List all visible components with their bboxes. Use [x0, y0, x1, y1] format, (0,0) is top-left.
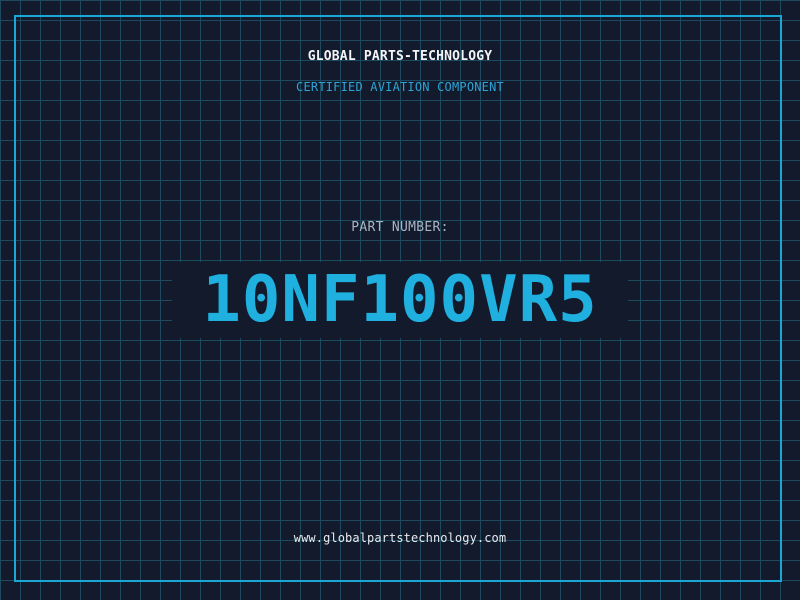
certification-subtitle: CERTIFIED AVIATION COMPONENT [296, 80, 504, 94]
company-name: GLOBAL PARTS-TECHNOLOGY [307, 49, 493, 64]
website-url: www.globalpartstechnology.com [293, 531, 507, 545]
part-number-value: 10NF100VR5 [202, 263, 598, 337]
part-number-label: PART NUMBER: [351, 220, 449, 235]
certificate-card: GLOBAL PARTS-TECHNOLOGY CERTIFIED AVIATI… [0, 0, 800, 600]
